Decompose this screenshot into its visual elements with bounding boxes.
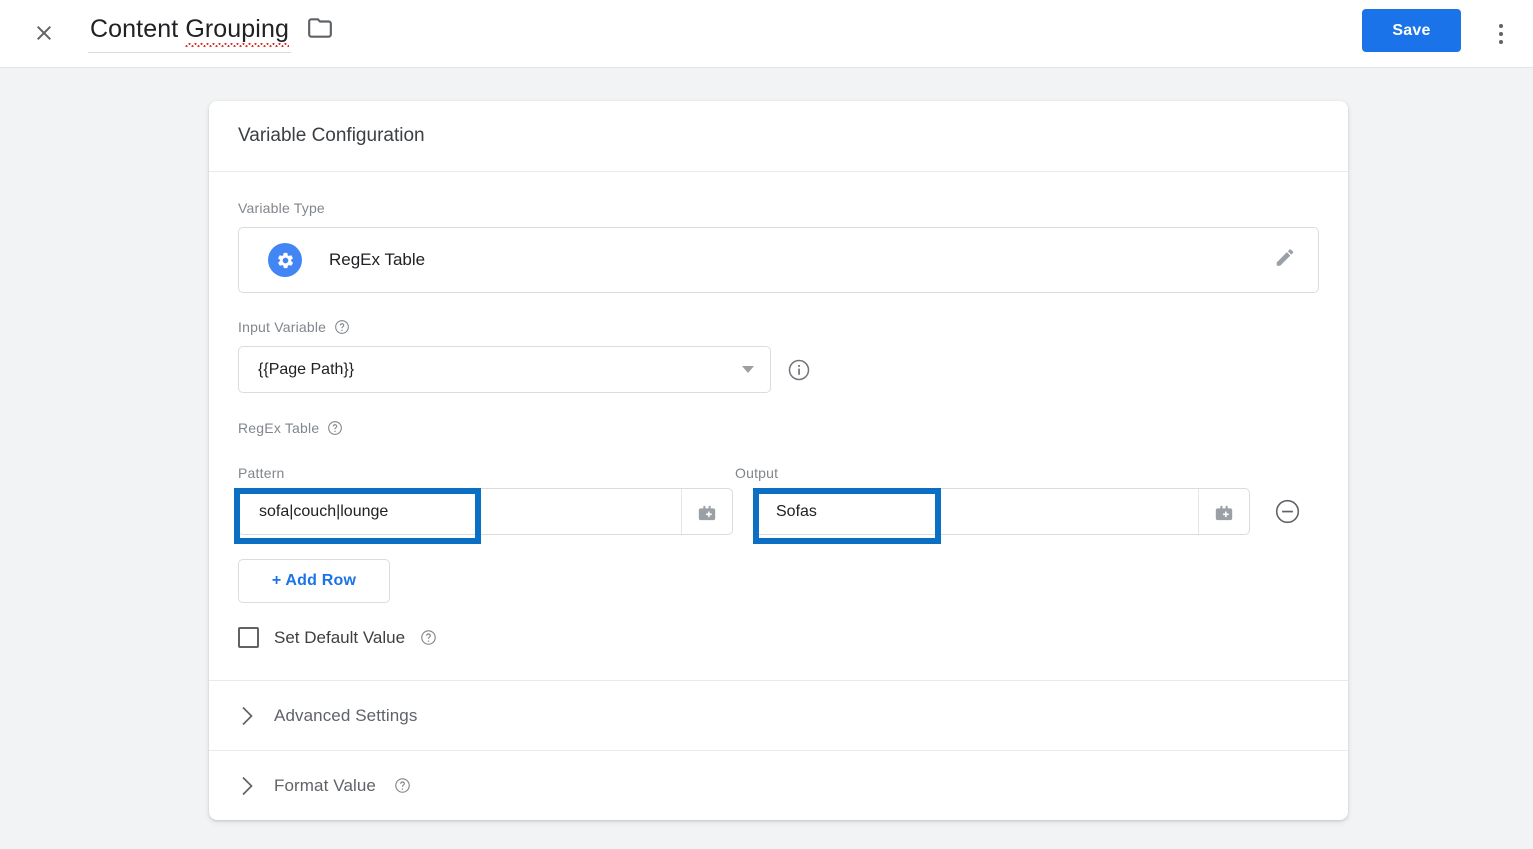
input-variable-value: {{Page Path}} [258, 360, 355, 378]
pencil-icon[interactable] [1274, 247, 1296, 274]
set-default-value-label: Set Default Value [274, 627, 406, 647]
help-circle-icon[interactable] [327, 420, 343, 436]
variable-name-misspelled: Grouping [185, 12, 289, 47]
chevron-down-icon [742, 366, 754, 373]
variable-type-label: Variable Type [238, 200, 1319, 216]
info-circle-icon[interactable] [787, 358, 811, 382]
variable-name-input[interactable]: Content Grouping [88, 12, 291, 53]
output-cell[interactable] [755, 488, 1250, 535]
regex-table-label: RegEx Table [238, 420, 1319, 436]
insert-variable-icon[interactable] [1198, 489, 1249, 534]
pattern-input[interactable] [239, 489, 681, 534]
variable-configuration-card: Variable Configuration Variable Type Reg… [209, 101, 1348, 820]
kebab-dot [1499, 40, 1503, 44]
variable-type-box[interactable]: RegEx Table [238, 227, 1319, 293]
help-circle-icon[interactable] [334, 319, 350, 335]
variable-title-group: Content Grouping [88, 12, 333, 53]
add-row-button[interactable]: + Add Row [238, 559, 390, 603]
section-title: Format Value [274, 775, 376, 795]
input-variable-row: {{Page Path}} [238, 346, 1319, 393]
set-default-value-checkbox[interactable] [238, 627, 259, 648]
input-variable-label: Input Variable [238, 319, 1319, 335]
variable-name-prefix: Content [90, 15, 186, 43]
column-header-output: Output [735, 465, 779, 481]
kebab-dot [1499, 32, 1503, 36]
kebab-dot [1499, 24, 1503, 28]
section-advanced-settings[interactable]: Advanced Settings [209, 680, 1348, 750]
input-variable-select[interactable]: {{Page Path}} [238, 346, 771, 393]
gear-icon [268, 243, 302, 277]
variable-type-label-text: Variable Type [238, 200, 325, 216]
set-default-value-row: Set Default Value [238, 627, 1319, 680]
help-circle-icon[interactable] [420, 629, 437, 646]
folder-icon[interactable] [307, 15, 333, 46]
section-title: Advanced Settings [274, 705, 418, 725]
more-vert-icon[interactable] [1483, 14, 1519, 54]
card-body: Variable Type RegEx Table Input Variable [209, 172, 1348, 680]
chevron-right-icon [238, 706, 256, 726]
help-circle-icon[interactable] [394, 777, 411, 794]
pattern-cell[interactable] [238, 488, 733, 535]
variable-type-name: RegEx Table [329, 250, 426, 269]
table-row [238, 488, 1319, 535]
save-button[interactable]: Save [1362, 9, 1461, 52]
insert-variable-icon[interactable] [681, 489, 732, 534]
close-icon[interactable] [26, 15, 62, 51]
chevron-right-icon [238, 776, 256, 796]
output-input[interactable] [756, 489, 1198, 534]
card-title: Variable Configuration [209, 101, 1348, 172]
input-variable-label-text: Input Variable [238, 319, 327, 335]
section-format-value[interactable]: Format Value [209, 750, 1348, 820]
regex-table-label-text: RegEx Table [238, 420, 320, 436]
regex-table-header: Pattern Output [238, 465, 1319, 481]
remove-circle-icon[interactable] [1273, 498, 1301, 526]
top-app-bar: Content Grouping Save [0, 0, 1533, 68]
column-header-pattern: Pattern [238, 465, 285, 481]
